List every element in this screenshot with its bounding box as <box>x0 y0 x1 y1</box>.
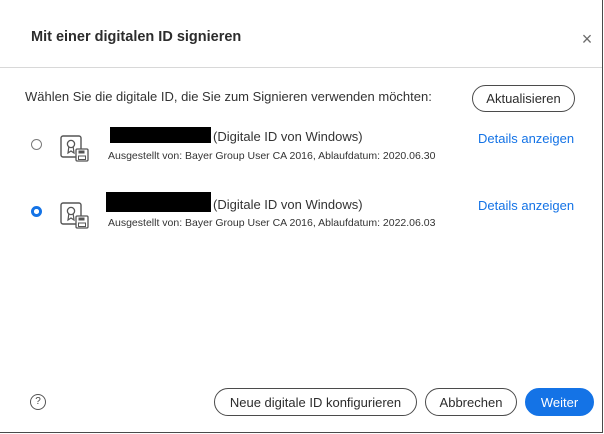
id-radio-button-selected[interactable] <box>31 206 42 217</box>
id-issued-text: Ausgestellt von: Bayer Group User CA 201… <box>108 217 436 229</box>
next-button[interactable]: Weiter <box>525 388 594 416</box>
cancel-button[interactable]: Abbrechen <box>425 388 517 416</box>
certificate-icon <box>60 202 89 229</box>
instruction-text: Wählen Sie die digitale ID, die Sie zum … <box>25 89 432 104</box>
refresh-button[interactable]: Aktualisieren <box>472 85 575 112</box>
certificate-icon <box>60 135 89 162</box>
id-label: (Digitale ID von Windows) <box>213 197 363 212</box>
sign-dialog: Mit einer digitalen ID signieren × Wähle… <box>0 0 603 433</box>
digital-id-row[interactable]: (Digitale ID von Windows) Ausgestellt vo… <box>0 190 603 238</box>
redacted-name <box>110 127 211 143</box>
id-radio-button[interactable] <box>31 139 42 150</box>
configure-new-id-button[interactable]: Neue digitale ID konfigurieren <box>214 388 417 416</box>
redacted-name <box>106 192 211 212</box>
id-label: (Digitale ID von Windows) <box>213 129 363 144</box>
details-link[interactable]: Details anzeigen <box>478 131 574 146</box>
close-icon[interactable]: × <box>578 30 596 48</box>
details-link[interactable]: Details anzeigen <box>478 198 574 213</box>
digital-id-row[interactable]: (Digitale ID von Windows) Ausgestellt vo… <box>0 123 603 171</box>
dialog-title: Mit einer digitalen ID signieren <box>31 29 242 45</box>
id-issued-text: Ausgestellt von: Bayer Group User CA 201… <box>108 150 436 162</box>
header-divider <box>0 67 602 68</box>
help-icon[interactable]: ? <box>30 394 46 410</box>
